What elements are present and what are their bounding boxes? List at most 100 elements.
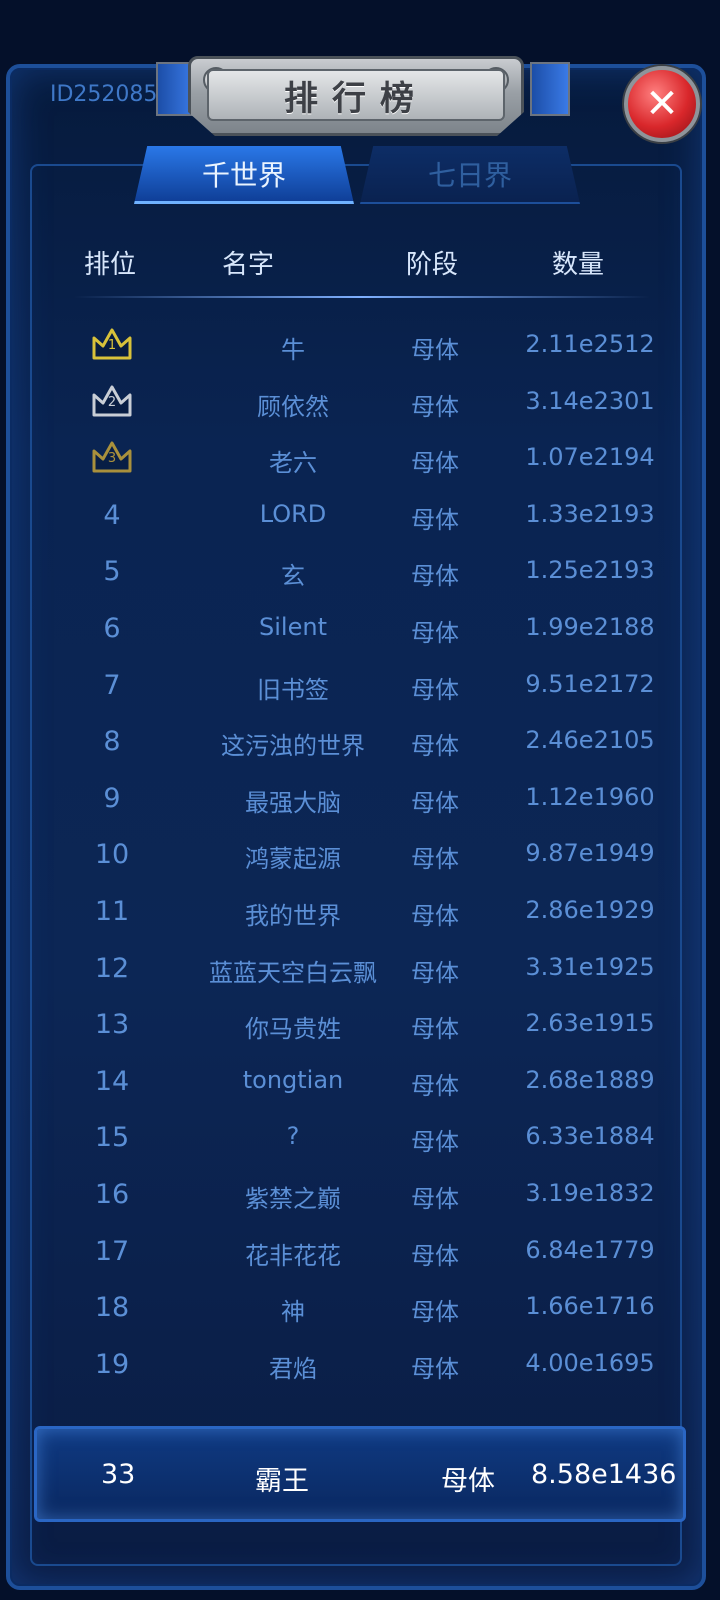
stage-label: 母体 (411, 1298, 459, 1327)
player-name: 蓝蓝天空白云飘 (209, 958, 377, 987)
stage-label: 母体 (411, 1015, 459, 1044)
column-header-name: 名字 (222, 250, 275, 280)
player-name: LORD (259, 499, 327, 528)
table-header: 排位 名字 阶段 数量 (70, 244, 650, 294)
table-row[interactable]: 8 这污浊的世界 母体 2.46e2105 (70, 712, 670, 768)
player-name: 鸿蒙起源 (245, 845, 341, 874)
rank-number: 16 (94, 1179, 130, 1210)
table-row[interactable]: 7 旧书签 母体 9.51e2172 (70, 656, 670, 712)
rank-number: 15 (94, 1122, 130, 1154)
stage-label: 母体 (411, 505, 459, 534)
table-row[interactable]: 1 牛 母体 2.11e2512 (70, 316, 670, 372)
table-row[interactable]: 19 君焰 母体 4.00e1695 (70, 1335, 670, 1391)
close-x-icon: ✕ (645, 81, 679, 127)
player-name: 神 (281, 1298, 305, 1327)
player-name: Silent (259, 613, 327, 641)
column-header-amount: 数量 (552, 250, 605, 280)
stage-label: 母体 (411, 392, 459, 421)
amount-value: 1.66e1716 (525, 1292, 655, 1321)
stage-label: 母体 (411, 449, 459, 478)
amount-value: 1.12e1960 (525, 782, 655, 811)
table-row[interactable]: 18 神 母体 1.66e1716 (70, 1278, 670, 1334)
rank-number: 7 (103, 669, 121, 701)
crown-icon: 2 (90, 383, 134, 419)
rank-number: 14 (94, 1065, 130, 1097)
tab-qian-shijie[interactable]: 千世界 (134, 146, 354, 204)
header-divider (74, 296, 650, 298)
table-row[interactable]: 11 我的世界 母体 2.86e1929 (70, 882, 670, 938)
amount-value: 3.31e1925 (525, 952, 655, 981)
player-name: tongtian (242, 1065, 344, 1094)
rank-number: 17 (94, 1235, 130, 1267)
amount-value: 2.11e2512 (525, 330, 655, 358)
amount-value: 9.51e2172 (525, 669, 655, 698)
stage-label: 母体 (411, 958, 459, 987)
stage-label: 母体 (411, 788, 459, 817)
amount-value: 1.33e2193 (525, 499, 655, 528)
rank-number: 5 (103, 556, 121, 588)
rank-number: 13 (94, 1009, 130, 1041)
title-plate: 排行榜 (188, 56, 524, 136)
player-name: ? (286, 1122, 300, 1151)
table-row[interactable]: 10 鸿蒙起源 母体 9.87e1949 (70, 825, 670, 881)
amount-value: 6.33e1884 (525, 1122, 655, 1151)
stage-label: 母体 (411, 1071, 459, 1100)
my-name: 霸王 (255, 1466, 309, 1497)
rank-number: 1 (107, 338, 117, 353)
crown-icon: 1 (90, 326, 134, 362)
amount-value: 2.68e1889 (525, 1065, 655, 1094)
crown-icon: 3 (90, 439, 134, 475)
amount-value: 1.25e2193 (525, 556, 655, 585)
stage-label: 母体 (411, 1241, 459, 1270)
player-name: 这污浊的世界 (221, 732, 365, 761)
stage-label: 母体 (411, 845, 459, 874)
my-amount: 8.58e1436 (531, 1459, 677, 1490)
amount-value: 3.19e1832 (525, 1179, 655, 1207)
rank-number: 12 (94, 952, 130, 984)
rank-number: 11 (94, 896, 130, 927)
rank-number: 8 (103, 726, 121, 758)
amount-value: 1.07e2194 (525, 443, 655, 472)
player-name: 最强大脑 (245, 788, 341, 817)
page-title: 排行榜 (284, 78, 428, 119)
player-name: 顾依然 (257, 392, 329, 421)
table-row[interactable]: 2 顾依然 母体 3.14e2301 (70, 373, 670, 429)
table-row[interactable]: 13 你马贵姓 母体 2.63e1915 (70, 995, 670, 1051)
close-button[interactable]: ✕ (624, 66, 700, 142)
amount-value: 6.84e1779 (525, 1235, 655, 1264)
stage-label: 母体 (411, 902, 459, 930)
stage-label: 母体 (411, 1185, 459, 1213)
table-row[interactable]: 17 花非花花 母体 6.84e1779 (70, 1222, 670, 1278)
table-row[interactable]: 16 紫禁之巅 母体 3.19e1832 (70, 1165, 670, 1221)
rank-number: 10 (94, 839, 130, 871)
stage-label: 母体 (411, 1354, 459, 1383)
player-name: 花非花花 (245, 1241, 341, 1270)
table-row[interactable]: 14 tongtian 母体 2.68e1889 (70, 1052, 670, 1108)
player-id-label: ID2520854 (50, 82, 170, 107)
rank-number: 2 (107, 394, 117, 410)
table-row[interactable]: 12 蓝蓝天空白云飘 母体 3.31e1925 (70, 939, 670, 995)
table-row[interactable]: 3 老六 母体 1.07e2194 (70, 429, 670, 485)
amount-value: 3.14e2301 (525, 386, 655, 415)
amount-value: 2.86e1929 (525, 896, 655, 924)
tab-qiri-jie[interactable]: 七日界 (360, 146, 580, 204)
my-rank-bar: 33 霸王 母体 8.58e1436 (34, 1426, 686, 1522)
my-stage: 母体 (441, 1466, 495, 1497)
player-name: 紫禁之巅 (245, 1185, 341, 1213)
amount-value: 1.99e2188 (525, 613, 655, 641)
amount-value: 2.46e2105 (525, 726, 655, 755)
rank-number: 3 (107, 451, 117, 467)
table-row[interactable]: 15? 母体 6.33e1884 (70, 1108, 670, 1164)
table-row[interactable]: 6 Silent 母体 1.99e2188 (70, 599, 670, 655)
player-name: 牛 (281, 336, 305, 364)
amount-value: 9.87e1949 (525, 839, 655, 868)
amount-value: 2.63e1915 (525, 1009, 655, 1038)
rank-number: 18 (94, 1292, 130, 1324)
table-row[interactable]: 4 LORD 母体 1.33e2193 (70, 486, 670, 542)
table-row[interactable]: 9 最强大脑 母体 1.12e1960 (70, 769, 670, 825)
player-name: 君焰 (269, 1354, 317, 1383)
stage-label: 母体 (411, 562, 459, 591)
table-row[interactable]: 5 玄 母体 1.25e2193 (70, 542, 670, 598)
stage-label: 母体 (411, 336, 459, 364)
my-rank: 33 (101, 1459, 136, 1490)
